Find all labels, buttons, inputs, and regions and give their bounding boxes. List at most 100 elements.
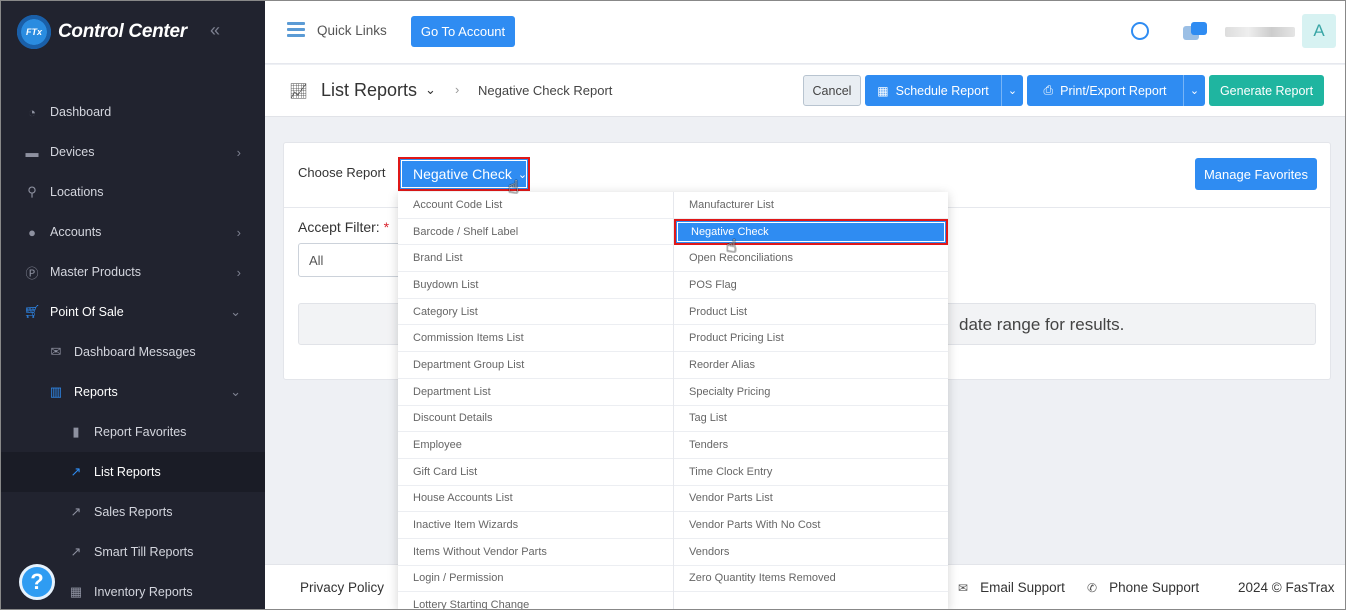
quick-links[interactable]: Quick Links [317, 23, 387, 38]
sidebar-item-master-products[interactable]: Ⓟ Master Products › [0, 252, 265, 292]
hand-cursor-icon: ☝︎ [508, 177, 519, 197]
avatar[interactable]: A [1302, 14, 1336, 48]
sidebar-item-label: Master Products [50, 265, 142, 279]
sidebar-item-label: Devices [50, 145, 95, 159]
help-button[interactable]: ? [19, 564, 55, 600]
sidebar-item-label: Point Of Sale [50, 305, 124, 319]
page-header: 📈︎ List Reports ⌄ › Negative Check Repor… [265, 65, 1346, 117]
line-chart-icon: ↗ [70, 504, 82, 519]
list-item[interactable]: Vendors [674, 539, 948, 566]
sidebar-item-accounts[interactable]: ● Accounts › [0, 212, 265, 252]
list-item[interactable]: Discount Details [398, 406, 673, 433]
list-item[interactable]: Zero Quantity Items Removed [674, 566, 948, 593]
chevron-down-icon[interactable]: ⌄ [425, 82, 436, 98]
list-item[interactable]: Account Code List [398, 192, 673, 219]
list-item[interactable]: Specialty Pricing [674, 379, 948, 406]
email-support-link[interactable]: ✉ Email Support [958, 580, 1065, 595]
email-support-label: Email Support [980, 580, 1065, 595]
sidebar-item-label: Accounts [50, 225, 102, 239]
sidebar-item-label: Dashboard Messages [74, 345, 196, 359]
list-item[interactable]: Gift Card List [398, 459, 673, 486]
list-item[interactable]: Vendor Parts With No Cost [674, 512, 948, 539]
user-name-redacted[interactable] [1225, 27, 1295, 37]
list-item[interactable]: House Accounts List [398, 486, 673, 513]
chevron-down-icon: ⌄ [517, 168, 528, 181]
sidebar-item-label: Dashboard [50, 105, 112, 119]
menu-icon[interactable] [287, 22, 305, 37]
collapse-sidebar-icon[interactable]: « [210, 20, 220, 41]
phone-support-link[interactable]: ✆ Phone Support [1087, 580, 1199, 595]
chevron-down-icon[interactable]: ⌄ [1183, 75, 1205, 106]
list-item[interactable]: Lottery Starting Change [398, 592, 673, 610]
product-icon: Ⓟ [25, 265, 39, 281]
sidebar-item-devices[interactable]: ▬ Devices › [0, 132, 265, 172]
print-export-label: Print/Export Report [1060, 83, 1167, 98]
list-item[interactable]: Vendor Parts List [674, 486, 948, 513]
sidebar-item-dashboard-messages[interactable]: ✉ Dashboard Messages [0, 332, 265, 372]
list-item[interactable]: Time Clock Entry [674, 459, 948, 486]
chevron-down-icon: ⌄ [230, 384, 241, 399]
sidebar: FTx Control Center « ◔ Dashboard ▬ Devic… [0, 0, 265, 610]
phone-support-label: Phone Support [1109, 580, 1200, 595]
list-item[interactable]: Product List [674, 299, 948, 326]
sidebar-item-label: Smart Till Reports [94, 545, 194, 559]
chat-icon[interactable] [1183, 22, 1209, 42]
list-item[interactable]: Manufacturer List [674, 192, 948, 219]
chevron-right-icon: › [236, 264, 241, 280]
sidebar-item-locations[interactable]: ⚲ Locations [0, 172, 265, 212]
list-item-selected[interactable]: Negative Check [674, 218, 948, 246]
chevron-down-icon[interactable]: ⌄ [1001, 75, 1023, 106]
search-icon[interactable] [1131, 22, 1149, 40]
required-mark: * [383, 219, 390, 235]
sidebar-item-label: Inventory Reports [94, 585, 193, 599]
go-to-account-button[interactable]: Go To Account [411, 16, 515, 47]
accept-filter-text: Accept Filter: [298, 219, 380, 235]
list-item[interactable]: Inactive Item Wizards [398, 512, 673, 539]
list-item[interactable]: Department List [398, 379, 673, 406]
generate-report-button[interactable]: Generate Report [1209, 75, 1324, 106]
devices-icon: ▬ [25, 144, 39, 160]
list-item[interactable]: Items Without Vendor Parts [398, 539, 673, 566]
list-item[interactable]: Brand List [398, 245, 673, 273]
brand[interactable]: FTx Control Center [14, 12, 187, 52]
sidebar-item-sales-reports[interactable]: ↗ Sales Reports [0, 492, 265, 532]
breadcrumb: Negative Check Report [478, 83, 613, 98]
sidebar-item-label: Sales Reports [94, 505, 173, 519]
copyright: 2024 © FasTrax [1238, 580, 1335, 595]
report-list-right: Manufacturer List Negative Check Open Re… [673, 192, 948, 610]
cancel-button[interactable]: Cancel [803, 75, 861, 106]
sidebar-item-reports[interactable]: ▥ Reports ⌄ [0, 372, 265, 412]
manage-favorites-button[interactable]: Manage Favorites [1195, 158, 1317, 190]
list-item[interactable]: POS Flag [674, 272, 948, 299]
list-item[interactable]: Barcode / Shelf Label [398, 219, 673, 246]
sidebar-item-label: Report Favorites [94, 425, 187, 439]
sidebar-item-dashboard[interactable]: ◔ Dashboard [0, 92, 265, 132]
list-item[interactable]: Employee [398, 432, 673, 459]
list-item[interactable]: Open Reconciliations [674, 245, 948, 273]
sidebar-item-report-favorites[interactable]: ▮ Report Favorites [0, 412, 265, 452]
cart-icon: 🛒︎ [23, 304, 41, 319]
envelope-icon: ✉ [958, 581, 969, 595]
report-list-left: Account Code List Barcode / Shelf Label … [398, 192, 673, 610]
print-export-button[interactable]: ⎙ Print/Export Report ⌄ [1027, 75, 1205, 106]
list-item[interactable]: Tag List [674, 406, 948, 433]
list-item[interactable]: Department Group List [398, 352, 673, 379]
privacy-policy-link[interactable]: Privacy Policy [300, 580, 384, 595]
list-item[interactable] [674, 592, 948, 610]
info-message-text: date range for results. [959, 315, 1125, 334]
list-item[interactable]: Category List [398, 299, 673, 326]
list-item[interactable]: Tenders [674, 432, 948, 459]
list-item[interactable]: Login / Permission [398, 566, 673, 593]
printer-icon: ⎙ [1043, 83, 1054, 97]
users-icon: ● [28, 224, 36, 240]
accept-filter-select[interactable]: All [298, 243, 408, 277]
list-item[interactable]: Buydown List [398, 272, 673, 299]
sidebar-item-point-of-sale[interactable]: 🛒︎ Point Of Sale ⌄ [0, 292, 265, 332]
chevron-down-icon: ⌄ [230, 304, 241, 319]
list-item[interactable]: Reorder Alias [674, 352, 948, 379]
page-title[interactable]: List Reports [321, 80, 417, 101]
list-item[interactable]: Product Pricing List [674, 325, 948, 353]
list-item[interactable]: Commission Items List [398, 325, 673, 353]
sidebar-item-list-reports[interactable]: ↗ List Reports [0, 452, 265, 492]
schedule-report-button[interactable]: ▦ Schedule Report ⌄ [865, 75, 1023, 106]
